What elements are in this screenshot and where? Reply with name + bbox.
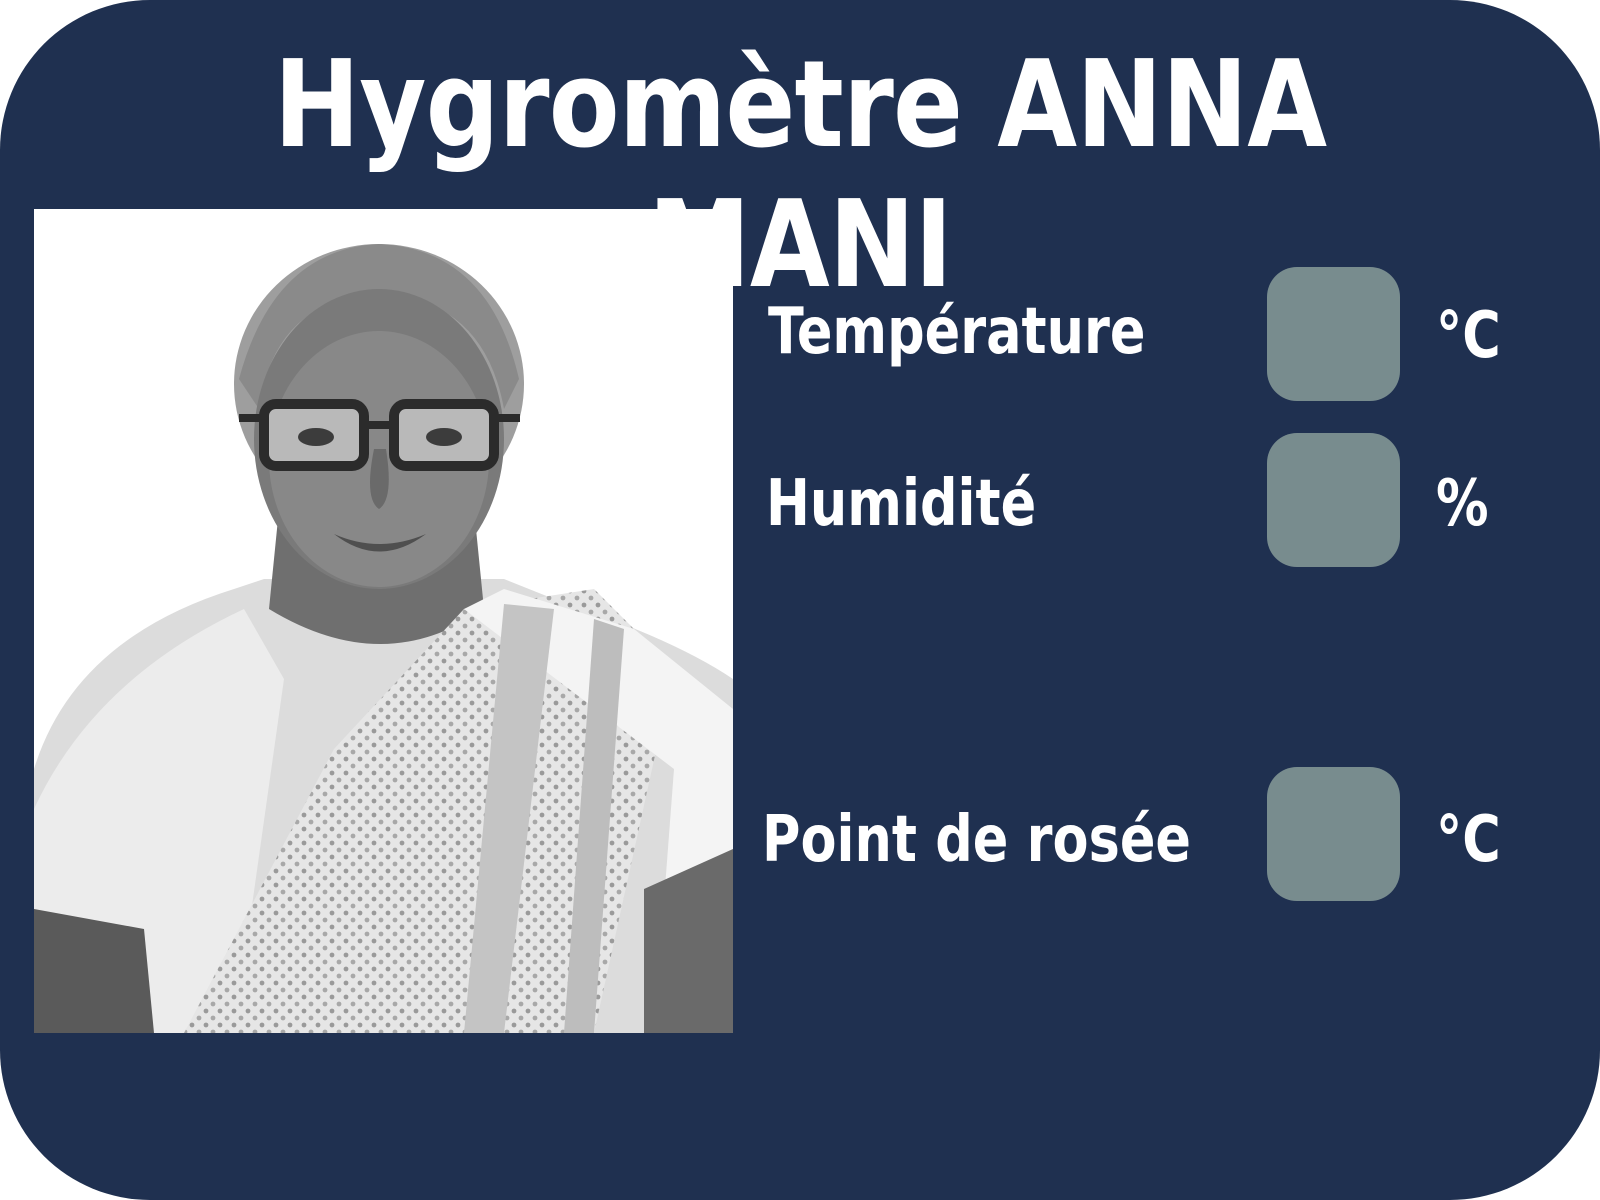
portrait-photo (34, 209, 733, 1033)
hygrometer-screen: Hygromètre ANNA MANI Température °C Humi… (0, 0, 1600, 1200)
humidity-unit: % (1436, 467, 1489, 541)
portrait-illustration (34, 209, 733, 1033)
humidity-label: Humidité (766, 467, 1037, 541)
dew-point-value-box (1267, 767, 1400, 901)
temperature-unit: °C (1436, 299, 1501, 373)
temperature-label: Température (768, 295, 1146, 369)
dew-point-label: Point de rosée (762, 803, 1192, 877)
temperature-value-box (1267, 267, 1400, 401)
dew-point-unit: °C (1436, 803, 1501, 877)
humidity-value-box (1267, 433, 1400, 567)
